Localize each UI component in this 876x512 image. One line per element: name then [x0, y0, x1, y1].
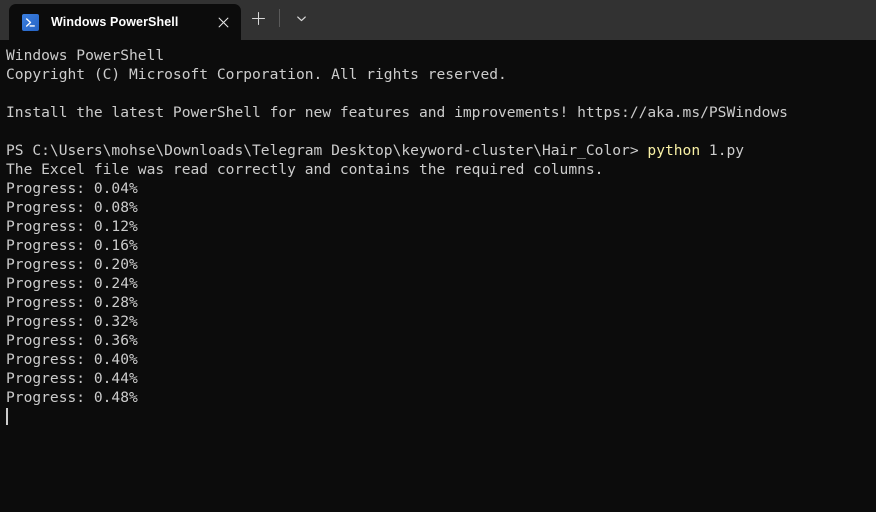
- terminal-text: Progress: 0.24%: [6, 275, 138, 292]
- terminal-line-progress-2: Progress: 0.08%: [6, 198, 876, 217]
- chevron-down-icon: [295, 12, 308, 25]
- close-icon[interactable]: [209, 8, 237, 36]
- terminal-line-progress-9: Progress: 0.36%: [6, 331, 876, 350]
- titlebar: Windows PowerShell: [0, 0, 876, 40]
- terminal-output[interactable]: Windows PowerShell Copyright (C) Microsof…: [0, 40, 876, 512]
- terminal-line-progress-5: Progress: 0.20%: [6, 255, 876, 274]
- terminal-text: PS C:\Users\mohse\Downloads\Telegram Des…: [6, 142, 648, 159]
- terminal-line-blank-2: [6, 122, 876, 141]
- powershell-window: Windows PowerShell Windows PowerShell Co…: [0, 0, 876, 512]
- terminal-line-progress-7: Progress: 0.28%: [6, 293, 876, 312]
- terminal-text: Progress: 0.12%: [6, 218, 138, 235]
- new-tab-button[interactable]: [241, 3, 275, 33]
- terminal-line-progress-10: Progress: 0.40%: [6, 350, 876, 369]
- terminal-line-banner-title: Windows PowerShell: [6, 46, 876, 65]
- terminal-line-progress-8: Progress: 0.32%: [6, 312, 876, 331]
- terminal-line-prompt-command: PS C:\Users\mohse\Downloads\Telegram Des…: [6, 141, 876, 160]
- terminal-caret-line: [6, 407, 876, 426]
- terminal-text: The Excel file was read correctly and co…: [6, 161, 604, 178]
- terminal-text: Install the latest PowerShell for new fe…: [6, 104, 788, 121]
- terminal-text: Progress: 0.48%: [6, 389, 138, 406]
- terminal-text: Progress: 0.08%: [6, 199, 138, 216]
- terminal-line-banner-install: Install the latest PowerShell for new fe…: [6, 103, 876, 122]
- terminal-text: Progress: 0.44%: [6, 370, 138, 387]
- terminal-line-blank-1: [6, 84, 876, 103]
- terminal-lines: Windows PowerShell Copyright (C) Microsof…: [6, 46, 876, 407]
- terminal-text: Progress: 0.04%: [6, 180, 138, 197]
- terminal-text: Windows PowerShell: [6, 47, 165, 64]
- terminal-line-progress-6: Progress: 0.24%: [6, 274, 876, 293]
- tabbar-separator: [279, 9, 280, 27]
- terminal-text: Progress: 0.40%: [6, 351, 138, 368]
- terminal-line-output-excel-ok: The Excel file was read correctly and co…: [6, 160, 876, 179]
- terminal-line-banner-copyright: Copyright (C) Microsoft Corporation. All…: [6, 65, 876, 84]
- terminal-text: Progress: 0.28%: [6, 294, 138, 311]
- terminal-text: Progress: 0.16%: [6, 237, 138, 254]
- terminal-text: python: [647, 142, 701, 159]
- terminal-line-progress-12: Progress: 0.48%: [6, 388, 876, 407]
- terminal-line-progress-11: Progress: 0.44%: [6, 369, 876, 388]
- tab-title: Windows PowerShell: [51, 15, 179, 29]
- terminal-text: 1.py: [700, 142, 745, 159]
- terminal-line-progress-4: Progress: 0.16%: [6, 236, 876, 255]
- text-cursor: [6, 408, 8, 425]
- terminal-text: Copyright (C) Microsoft Corporation. All…: [6, 66, 507, 83]
- terminal-line-progress-3: Progress: 0.12%: [6, 217, 876, 236]
- terminal-text: Progress: 0.32%: [6, 313, 138, 330]
- terminal-text: Progress: 0.20%: [6, 256, 138, 273]
- powershell-icon: [22, 13, 39, 31]
- tab-dropdown-button[interactable]: [284, 3, 318, 33]
- tab-windows-powershell[interactable]: Windows PowerShell: [9, 4, 241, 40]
- terminal-text: Progress: 0.36%: [6, 332, 138, 349]
- tabbar-actions: [241, 0, 318, 40]
- plus-icon: [251, 11, 266, 26]
- tab-strip: Windows PowerShell: [0, 0, 241, 40]
- terminal-line-progress-1: Progress: 0.04%: [6, 179, 876, 198]
